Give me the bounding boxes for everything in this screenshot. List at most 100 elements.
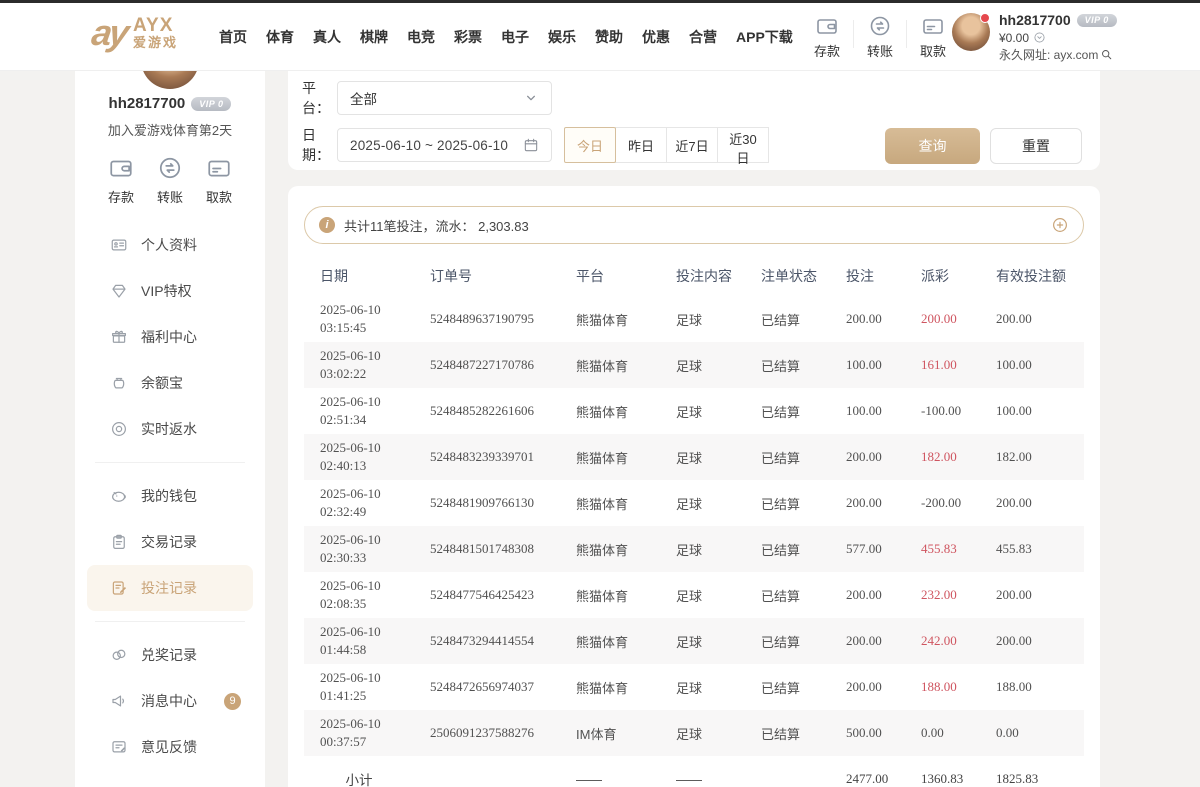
cell-platform: 熊猫体育 — [560, 388, 660, 434]
cell-platform: IM体育 — [560, 710, 660, 756]
nav-item-10[interactable]: 优惠 — [642, 27, 670, 47]
divider — [95, 462, 245, 463]
cell-valid-bet: 182.00 — [980, 434, 1084, 480]
user-info: hh2817700 VIP 0 ¥0.00 永久网址: ayx.com — [999, 13, 1117, 61]
cell-order-no: 2506091237588276 — [414, 710, 560, 756]
cell-date: 2025-06-1002:40:13 — [304, 434, 414, 480]
table-row: 2025-06-1002:40:135248483239339701熊猫体育足球… — [304, 434, 1084, 480]
sidebar-item-prizes[interactable]: 兑奖记录 — [75, 632, 265, 678]
url-search-icon[interactable] — [1100, 48, 1113, 61]
nav-item-1[interactable]: 首页 — [219, 27, 247, 47]
site-logo[interactable]: ay AYX 爱游戏 — [92, 15, 178, 51]
quick-range-2[interactable]: 昨日 — [615, 127, 667, 163]
subtotal-bet: 2477.00 — [830, 756, 905, 787]
column-header: 投注内容 — [660, 256, 745, 296]
sidebar-item-transactions[interactable]: 交易记录 — [75, 519, 265, 565]
sidebar-item-profile[interactable]: 个人资料 — [75, 222, 265, 268]
sidebar-item-label: 我的钱包 — [141, 486, 197, 506]
sidebar-item-yuebao[interactable]: 余额宝 — [75, 360, 265, 406]
sidebar-menu-group-3: 兑奖记录消息中心9意见反馈 — [75, 632, 265, 770]
logo-name-cn: 爱游戏 — [133, 35, 178, 51]
top-header: ay AYX 爱游戏 首页体育真人棋牌电竞彩票电子娱乐赞助优惠合营 APP下载 存… — [0, 3, 1200, 71]
nav-item-3[interactable]: 真人 — [313, 27, 341, 47]
nav-item-11[interactable]: 合营 — [689, 27, 717, 47]
sidebar-menu-group-2: 我的钱包交易记录投注记录 — [75, 473, 265, 611]
table-row: 2025-06-1001:44:585248473294414554熊猫体育足球… — [304, 618, 1084, 664]
cell-valid-bet: 0.00 — [980, 710, 1084, 756]
bet-records-table: 日期订单号平台投注内容注单状态投注派彩有效投注额 2025-06-1003:15… — [304, 256, 1084, 787]
pig-icon — [110, 487, 128, 505]
gift-icon — [110, 328, 128, 346]
cell-payout: 161.00 — [905, 342, 980, 388]
nav-item-8[interactable]: 娱乐 — [548, 27, 576, 47]
nav-item-5[interactable]: 电竞 — [407, 27, 435, 47]
sidebar-item-bet-records[interactable]: 投注记录 — [87, 565, 253, 611]
header-action-withdraw[interactable]: 取款 — [912, 14, 954, 60]
cell-status: 已结算 — [745, 618, 830, 664]
divider — [906, 20, 907, 48]
sidebar-item-vip[interactable]: VIP特权 — [75, 268, 265, 314]
bank-card-icon — [206, 155, 232, 181]
sidebar-wallet-actions: 存款转账取款 — [75, 155, 265, 206]
quick-range-1[interactable]: 今日 — [564, 127, 616, 163]
header-action-deposit[interactable]: 存款 — [806, 14, 848, 60]
reset-button[interactable]: 重置 — [990, 128, 1082, 164]
date-range-input[interactable]: 2025-06-10 ~ 2025-06-10 — [337, 128, 552, 162]
quick-range-4[interactable]: 近30日 — [717, 127, 769, 163]
cell-order-no: 5248489637190795 — [414, 296, 560, 342]
nav-item-4[interactable]: 棋牌 — [360, 27, 388, 47]
sidebar-action-transfer[interactable]: 转账 — [152, 155, 188, 206]
cell-status: 已结算 — [745, 388, 830, 434]
avatar[interactable] — [952, 13, 990, 51]
header-action-label: 转账 — [859, 41, 901, 60]
platform-filter-label: 平台： — [302, 78, 337, 118]
logo-text: AYX 爱游戏 — [133, 16, 178, 51]
sidebar-item-rebate[interactable]: 实时返水 — [75, 406, 265, 452]
sidebar-action-deposit[interactable]: 存款 — [103, 155, 139, 206]
cell-payout: 182.00 — [905, 434, 980, 480]
subtotal-empty — [414, 756, 560, 787]
cell-bet-content: 足球 — [660, 710, 745, 756]
cell-payout: -200.00 — [905, 480, 980, 526]
cell-platform: 熊猫体育 — [560, 618, 660, 664]
nav-item-12[interactable]: APP下载 — [736, 27, 793, 47]
cell-status: 已结算 — [745, 434, 830, 480]
header-action-transfer[interactable]: 转账 — [859, 14, 901, 60]
nav-item-7[interactable]: 电子 — [501, 27, 529, 47]
expand-icon[interactable] — [1051, 216, 1069, 234]
quick-range-3[interactable]: 近7日 — [666, 127, 718, 163]
notification-dot — [980, 13, 990, 23]
sidebar-item-messages[interactable]: 消息中心9 — [75, 678, 265, 724]
cell-valid-bet: 100.00 — [980, 342, 1084, 388]
sidebar-item-feedback[interactable]: 意见反馈 — [75, 724, 265, 770]
table-row: 2025-06-1003:15:455248489637190795熊猫体育足球… — [304, 296, 1084, 342]
sidebar-item-wallet[interactable]: 我的钱包 — [75, 473, 265, 519]
column-header: 日期 — [304, 256, 414, 296]
divider — [853, 20, 854, 48]
user-account-area[interactable]: hh2817700 VIP 0 ¥0.00 永久网址: ayx.com — [952, 13, 1117, 61]
sidebar-item-welfare[interactable]: 福利中心 — [75, 314, 265, 360]
subtotal-content: —— — [660, 756, 745, 787]
cell-bet-amount: 100.00 — [830, 388, 905, 434]
sidebar: hh2817700 VIP 0 加入爱游戏体育第2天 存款转账取款 个人资料VI… — [75, 70, 265, 787]
wallet-icon — [815, 14, 839, 38]
cell-date: 2025-06-1002:08:35 — [304, 572, 414, 618]
platform-select[interactable]: 全部 — [337, 81, 552, 115]
nav-item-6[interactable]: 彩票 — [454, 27, 482, 47]
sidebar-item-label: 交易记录 — [141, 532, 197, 552]
calendar-icon[interactable] — [523, 137, 539, 153]
cell-order-no: 5248477546425423 — [414, 572, 560, 618]
sidebar-action-withdraw[interactable]: 取款 — [201, 155, 237, 206]
join-days-text: 加入爱游戏体育第2天 — [75, 120, 265, 139]
id-card-icon — [110, 236, 128, 254]
balance-expand-icon[interactable] — [1033, 31, 1046, 44]
cell-status: 已结算 — [745, 710, 830, 756]
platform-selected-value: 全部 — [350, 88, 377, 108]
cell-status: 已结算 — [745, 480, 830, 526]
nav-item-2[interactable]: 体育 — [266, 27, 294, 47]
column-header: 平台 — [560, 256, 660, 296]
search-button[interactable]: 查询 — [885, 128, 980, 164]
cell-payout: 232.00 — [905, 572, 980, 618]
cell-bet-content: 足球 — [660, 618, 745, 664]
nav-item-9[interactable]: 赞助 — [595, 27, 623, 47]
